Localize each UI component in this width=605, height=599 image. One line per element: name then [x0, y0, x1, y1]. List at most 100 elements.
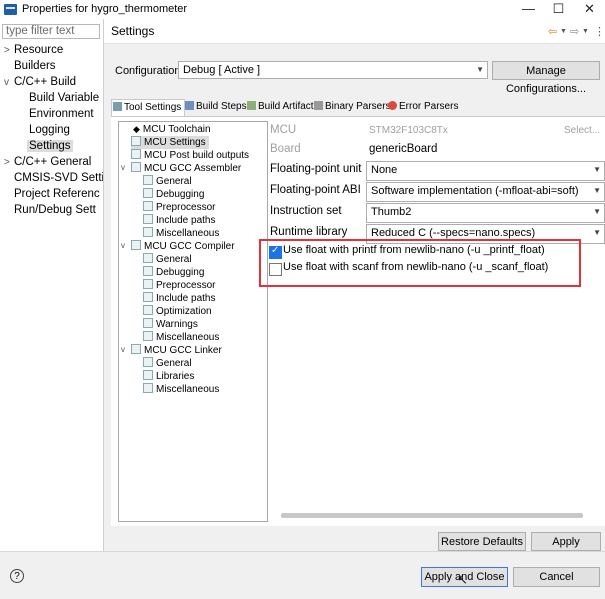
- title-bar: Properties for hygro_thermometer — ☐ ✕: [0, 0, 605, 19]
- tab-label: Build Steps: [196, 101, 247, 112]
- tool-tree-item[interactable]: Preprocessor: [143, 201, 215, 214]
- nav-item-environment[interactable]: Environment: [0, 106, 103, 122]
- tool-tree-item[interactable]: MCU GCC Assembler: [131, 162, 241, 175]
- tool-tree-label: Miscellaneous: [156, 228, 220, 239]
- tool-tree-item[interactable]: Miscellaneous: [143, 227, 219, 240]
- chevron-right-icon[interactable]: >: [4, 43, 14, 59]
- fabi-select[interactable]: Software implementation (-mfloat-abi=sof…: [366, 182, 605, 202]
- nav-item-build-variables[interactable]: Build Variable: [0, 90, 103, 106]
- tool-tree-label: General: [156, 254, 192, 265]
- tool-node-icon: [131, 344, 141, 354]
- option-node-icon: [143, 175, 153, 185]
- tool-tree-item[interactable]: MCU GCC Linker: [131, 344, 222, 357]
- nav-item-label: CMSIS-SVD Setti: [14, 172, 105, 184]
- tab-build-steps[interactable]: Build Steps: [184, 99, 247, 115]
- nav-item-label: Project Referenc: [14, 188, 100, 200]
- horizontal-scrollbar[interactable]: [281, 513, 583, 518]
- tab-label: Tool Settings: [124, 102, 182, 113]
- tool-tree-item[interactable]: General: [143, 175, 192, 188]
- instruction-set-select[interactable]: Thumb2 ▼: [366, 203, 605, 223]
- option-node-icon: [143, 253, 153, 263]
- tool-tree-label: Debugging: [156, 267, 205, 278]
- instruction-set-label: Instruction set: [270, 205, 342, 217]
- tool-tree-item-selected[interactable]: MCU Settings: [131, 136, 209, 149]
- option-node-icon: [143, 279, 153, 289]
- cancel-button[interactable]: Cancel: [513, 567, 600, 587]
- tool-tree-item[interactable]: MCU Post build outputs: [131, 149, 249, 162]
- chevron-down-icon[interactable]: v: [121, 163, 125, 172]
- fpu-select[interactable]: None ▼: [366, 161, 605, 181]
- highlight-annotation: [259, 239, 581, 287]
- chevron-down-icon: ▼: [593, 207, 601, 216]
- tool-tree-item[interactable]: General: [143, 357, 192, 370]
- tab-build-artifact[interactable]: Build Artifact: [246, 99, 314, 115]
- board-label: Board: [270, 143, 301, 155]
- nav-item-label: Run/Debug Sett: [14, 204, 96, 216]
- nav-item-resource[interactable]: > Resource: [0, 42, 103, 58]
- nav-item-label: C/C++ General: [14, 156, 92, 168]
- maximize-button[interactable]: ☐: [543, 0, 574, 19]
- tool-tree-item[interactable]: Libraries: [143, 370, 194, 383]
- tool-tree-label: General: [156, 176, 192, 187]
- tool-tree-label: General: [156, 358, 192, 369]
- tool-tree-item[interactable]: Debugging: [143, 266, 204, 279]
- nav-item-cpp-build[interactable]: v C/C++ Build: [0, 74, 103, 90]
- filter-input[interactable]: type filter text: [2, 24, 100, 39]
- tab-label: Binary Parsers: [325, 101, 391, 112]
- option-node-icon: [143, 331, 153, 341]
- nav-item-logging[interactable]: Logging: [0, 122, 103, 138]
- chevron-down-icon[interactable]: ▼: [560, 28, 567, 35]
- nav-item-label: Resource: [14, 44, 64, 56]
- nav-item-label: Logging: [29, 124, 70, 136]
- configuration-select[interactable]: Debug [ Active ] ▼: [178, 61, 488, 79]
- build-artifact-icon: [247, 101, 256, 110]
- nav-item-label: Build Variable: [29, 92, 100, 104]
- option-node-icon: [143, 383, 153, 393]
- tool-tree-item[interactable]: Include paths: [143, 214, 216, 227]
- chevron-down-icon[interactable]: v: [121, 241, 125, 250]
- tool-tree-item[interactable]: Optimization: [143, 305, 212, 318]
- tool-node-icon: [131, 162, 141, 172]
- close-button[interactable]: ✕: [574, 0, 605, 19]
- apply-button[interactable]: Apply: [531, 532, 601, 551]
- tool-tree-label: Miscellaneous: [156, 384, 220, 395]
- restore-defaults-button[interactable]: Restore Defaults: [438, 532, 526, 551]
- toolchain-icon: ◆: [133, 124, 140, 134]
- tool-tree-item[interactable]: Warnings: [143, 318, 198, 331]
- back-arrow-icon[interactable]: ⇦: [548, 25, 557, 38]
- forward-arrow-icon[interactable]: ⇨: [570, 25, 579, 38]
- chevron-down-icon[interactable]: ▼: [582, 28, 589, 35]
- chevron-down-icon: ▼: [476, 65, 484, 74]
- tool-tree-item[interactable]: General: [143, 253, 192, 266]
- tool-tree-item[interactable]: ◆ MCU Toolchain: [133, 123, 211, 136]
- nav-item-project-references[interactable]: Project Referenc: [0, 186, 103, 202]
- tool-tree-item[interactable]: Miscellaneous: [143, 383, 219, 396]
- view-menu-icon[interactable]: ⋮: [594, 25, 605, 38]
- chevron-down-icon[interactable]: v: [121, 345, 125, 354]
- nav-item-label: Environment: [29, 108, 94, 120]
- tool-tree-item[interactable]: MCU GCC Compiler: [131, 240, 235, 253]
- configuration-value: Debug [ Active ]: [183, 64, 261, 76]
- help-icon[interactable]: ?: [10, 569, 24, 583]
- nav-item-settings[interactable]: Settings: [0, 138, 103, 154]
- nav-item-builders[interactable]: Builders: [0, 58, 103, 74]
- nav-item-cpp-general[interactable]: > C/C++ General: [0, 154, 103, 170]
- tab-error-parsers[interactable]: Error Parsers: [387, 99, 458, 115]
- nav-item-cmsis-svd[interactable]: CMSIS-SVD Setti: [0, 170, 105, 186]
- chevron-right-icon[interactable]: >: [4, 155, 14, 171]
- tool-tree: ◆ MCU Toolchain MCU Settings MCU Post bui…: [118, 121, 268, 522]
- nav-item-run-debug-settings[interactable]: Run/Debug Sett: [0, 202, 103, 218]
- tool-tree-item[interactable]: Debugging: [143, 188, 204, 201]
- tab-label: Build Artifact: [258, 101, 314, 112]
- minimize-button[interactable]: —: [513, 0, 544, 19]
- option-node-icon: [143, 357, 153, 367]
- tool-tree-item[interactable]: Include paths: [143, 292, 216, 305]
- fabi-label: Floating-point ABI: [270, 184, 361, 196]
- manage-configurations-button[interactable]: Manage Configurations...: [492, 61, 600, 95]
- tool-tree-label: Include paths: [156, 293, 216, 304]
- select-mcu-button[interactable]: Select...: [564, 125, 600, 136]
- tool-tree-item[interactable]: Preprocessor: [143, 279, 215, 292]
- tab-binary-parsers[interactable]: Binary Parsers: [313, 99, 391, 115]
- chevron-down-icon[interactable]: v: [4, 75, 14, 91]
- tool-tree-item[interactable]: Miscellaneous: [143, 331, 219, 344]
